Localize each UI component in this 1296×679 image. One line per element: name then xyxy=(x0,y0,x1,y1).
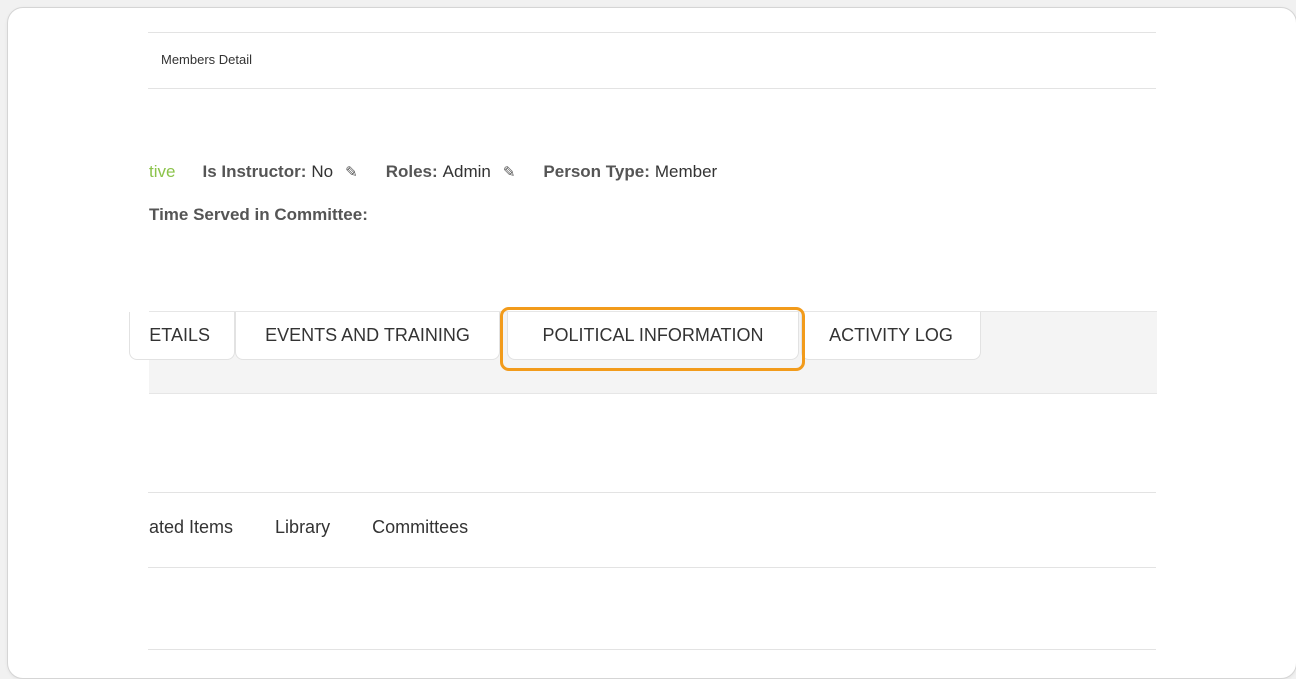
page-frame: Members Detail tive Is Instructor: No ✎ … xyxy=(7,7,1296,679)
instructor-value: No xyxy=(311,162,334,181)
subnav-related-items[interactable]: ated Items xyxy=(149,517,233,538)
tab-political-information[interactable]: POLITICAL INFORMATION xyxy=(507,312,799,360)
edit-instructor-pencil-icon[interactable]: ✎ xyxy=(345,163,358,181)
person-type-value: Member xyxy=(654,162,718,181)
tab-details[interactable]: ETAILS xyxy=(129,312,235,360)
instructor-label: Is Instructor: xyxy=(202,162,307,181)
roles-value: Admin xyxy=(442,162,491,181)
status-badge: tive xyxy=(149,162,176,181)
breadcrumb: Members Detail xyxy=(161,52,253,67)
time-served-label: Time Served in Committee: xyxy=(149,205,368,224)
person-type-label: Person Type: xyxy=(543,162,650,181)
section-divider-top xyxy=(148,492,1156,493)
top-divider xyxy=(148,32,1156,33)
section-divider-bottom xyxy=(148,567,1156,568)
subnav-library[interactable]: Library xyxy=(275,517,330,538)
footer-divider xyxy=(148,649,1156,650)
sub-navigation: ated Items Library Committees xyxy=(149,517,510,538)
edit-roles-pencil-icon[interactable]: ✎ xyxy=(503,163,516,181)
subnav-committees[interactable]: Committees xyxy=(372,517,468,538)
time-served-row: Time Served in Committee: xyxy=(149,205,373,225)
member-info-row: tive Is Instructor: No ✎ Roles: Admin ✎ … xyxy=(149,162,717,182)
tab-bar: ETAILS EVENTS AND TRAINING POLITICAL INF… xyxy=(129,311,1157,394)
tab-events-and-training[interactable]: EVENTS AND TRAINING xyxy=(235,312,500,360)
breadcrumb-divider xyxy=(148,88,1156,89)
tab-activity-log[interactable]: ACTIVITY LOG xyxy=(801,312,981,360)
roles-label: Roles: xyxy=(385,162,438,181)
